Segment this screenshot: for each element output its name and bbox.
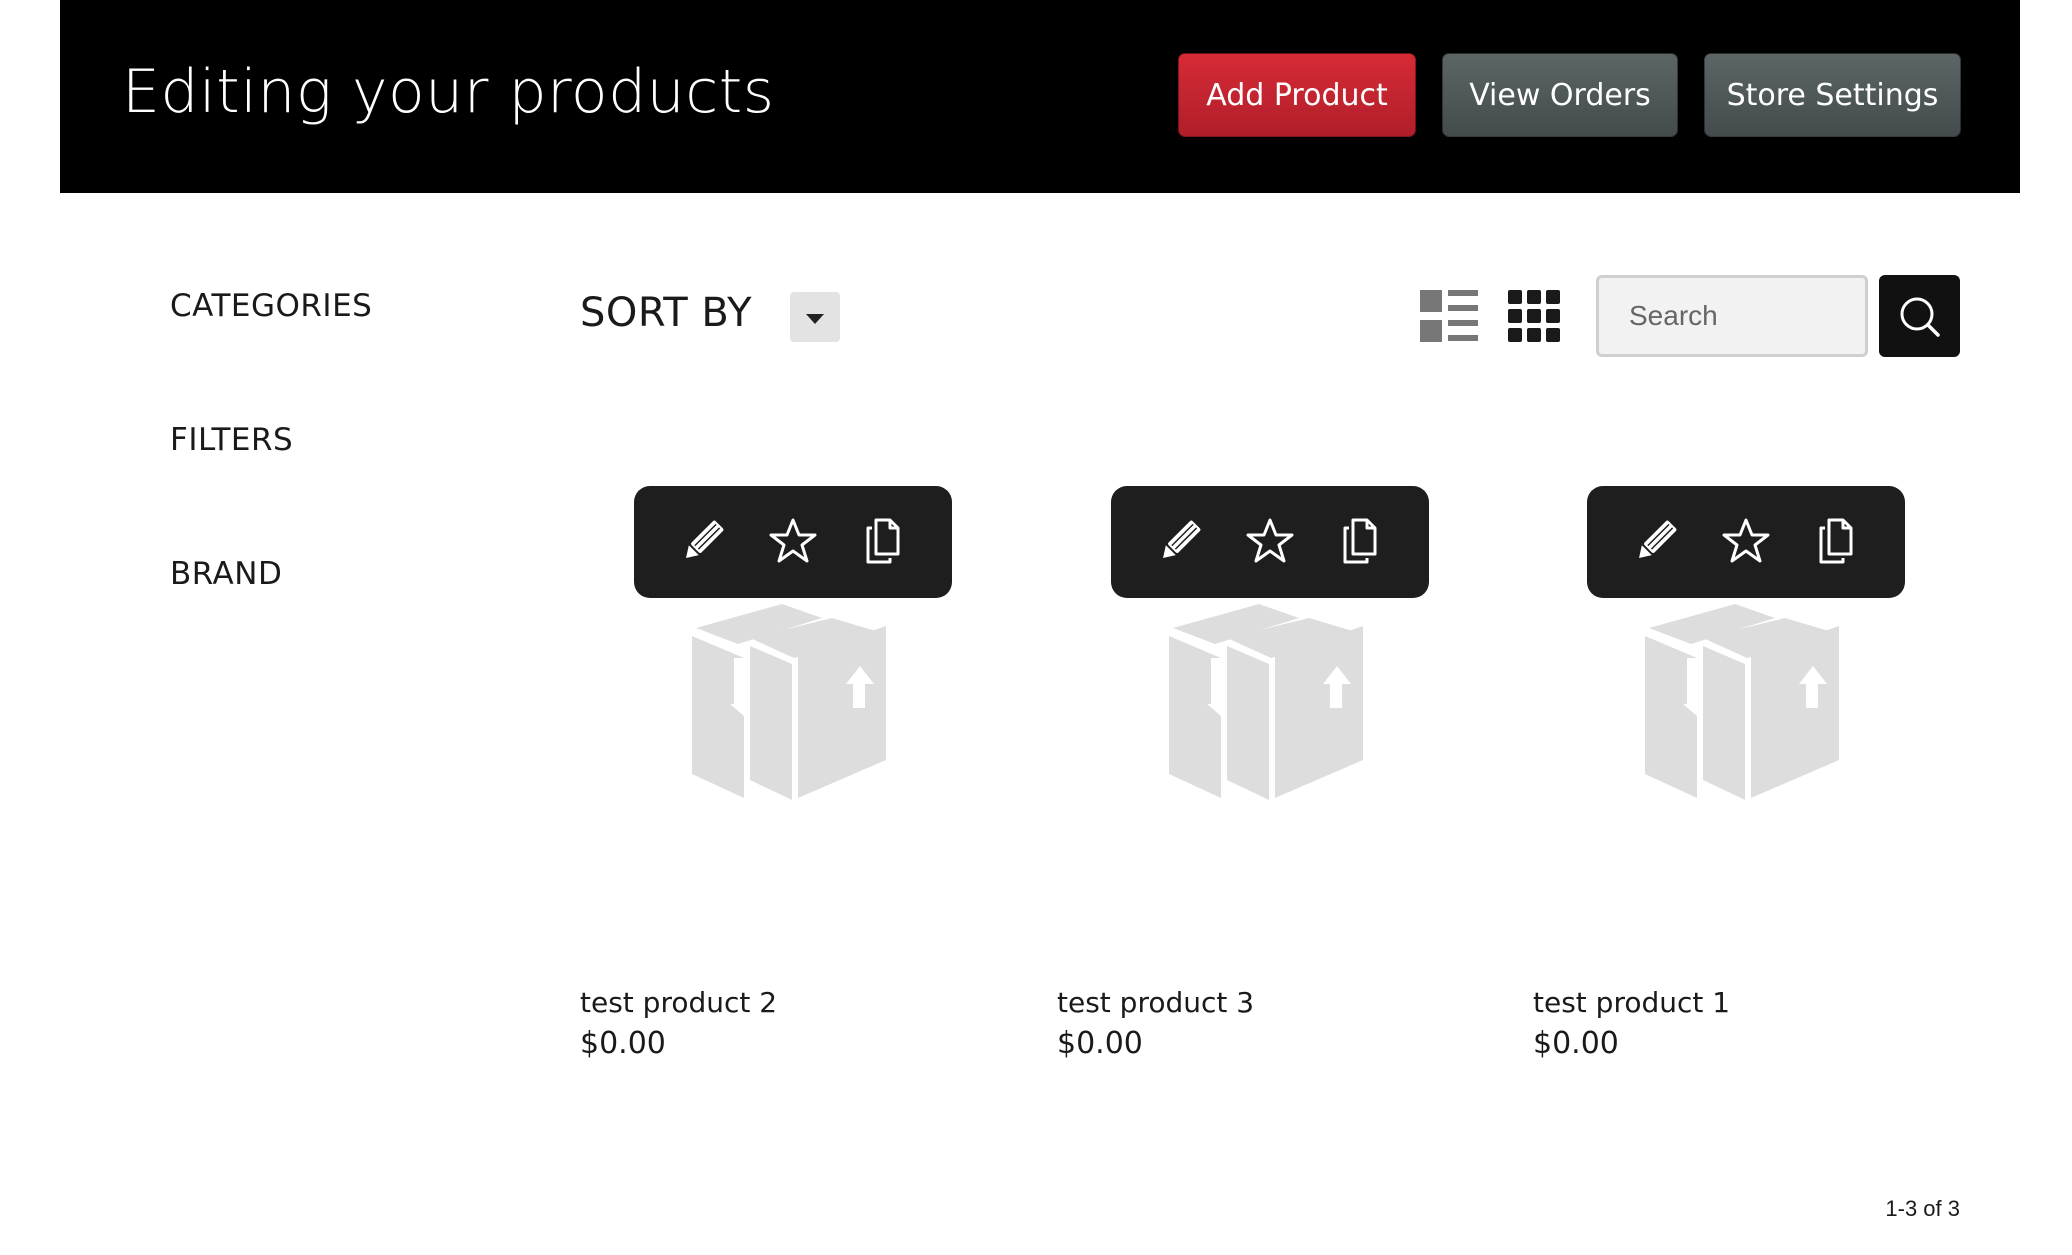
sidebar-item-filters[interactable]: FILTERS <box>170 422 293 458</box>
store-settings-button[interactable]: Store Settings <box>1704 53 1961 137</box>
product-name[interactable]: test product 2 <box>580 986 777 1019</box>
product-price: $0.00 <box>580 1026 666 1061</box>
product-price: $0.00 <box>1057 1026 1143 1061</box>
box-placeholder-icon <box>692 604 886 800</box>
grid-view-icon[interactable] <box>1508 290 1560 342</box>
product-actions-toolbar <box>1111 486 1429 598</box>
product-card[interactable]: test product 3 $0.00 <box>1057 486 1487 1076</box>
search-button[interactable] <box>1879 275 1960 357</box>
star-icon[interactable] <box>1721 516 1771 566</box>
product-actions-toolbar <box>1587 486 1905 598</box>
product-card[interactable]: test product 2 $0.00 <box>580 486 1010 1076</box>
header-bar: Editing your products Add Product View O… <box>60 0 2020 193</box>
product-card[interactable]: test product 1 $0.00 <box>1533 486 1963 1076</box>
star-icon[interactable] <box>768 516 818 566</box>
product-name[interactable]: test product 3 <box>1057 986 1254 1019</box>
page-title: Editing your products <box>122 57 775 127</box>
copy-icon[interactable] <box>858 516 908 566</box>
star-icon[interactable] <box>1245 516 1295 566</box>
sort-dropdown-button[interactable] <box>790 292 840 342</box>
sort-by-label: SORT BY <box>580 290 753 336</box>
add-product-button[interactable]: Add Product <box>1178 53 1416 137</box>
view-orders-button[interactable]: View Orders <box>1442 53 1678 137</box>
copy-icon[interactable] <box>1811 516 1861 566</box>
search-input[interactable] <box>1596 275 1868 357</box>
magnifier-icon <box>1900 297 1940 337</box>
copy-icon[interactable] <box>1335 516 1385 566</box>
box-placeholder-icon <box>1169 604 1363 800</box>
list-view-icon[interactable] <box>1420 290 1478 342</box>
pagination-count: 1-3 of 3 <box>1885 1196 1960 1221</box>
box-placeholder-icon <box>1645 604 1839 800</box>
pencil-icon[interactable] <box>678 516 728 566</box>
pencil-icon[interactable] <box>1631 516 1681 566</box>
sidebar-item-categories[interactable]: CATEGORIES <box>170 288 372 324</box>
pencil-icon[interactable] <box>1155 516 1205 566</box>
product-price: $0.00 <box>1533 1026 1619 1061</box>
sidebar-item-brand[interactable]: BRAND <box>170 556 282 592</box>
product-name[interactable]: test product 1 <box>1533 986 1730 1019</box>
product-actions-toolbar <box>634 486 952 598</box>
store-products-page: Editing your products Add Product View O… <box>0 0 2072 1255</box>
